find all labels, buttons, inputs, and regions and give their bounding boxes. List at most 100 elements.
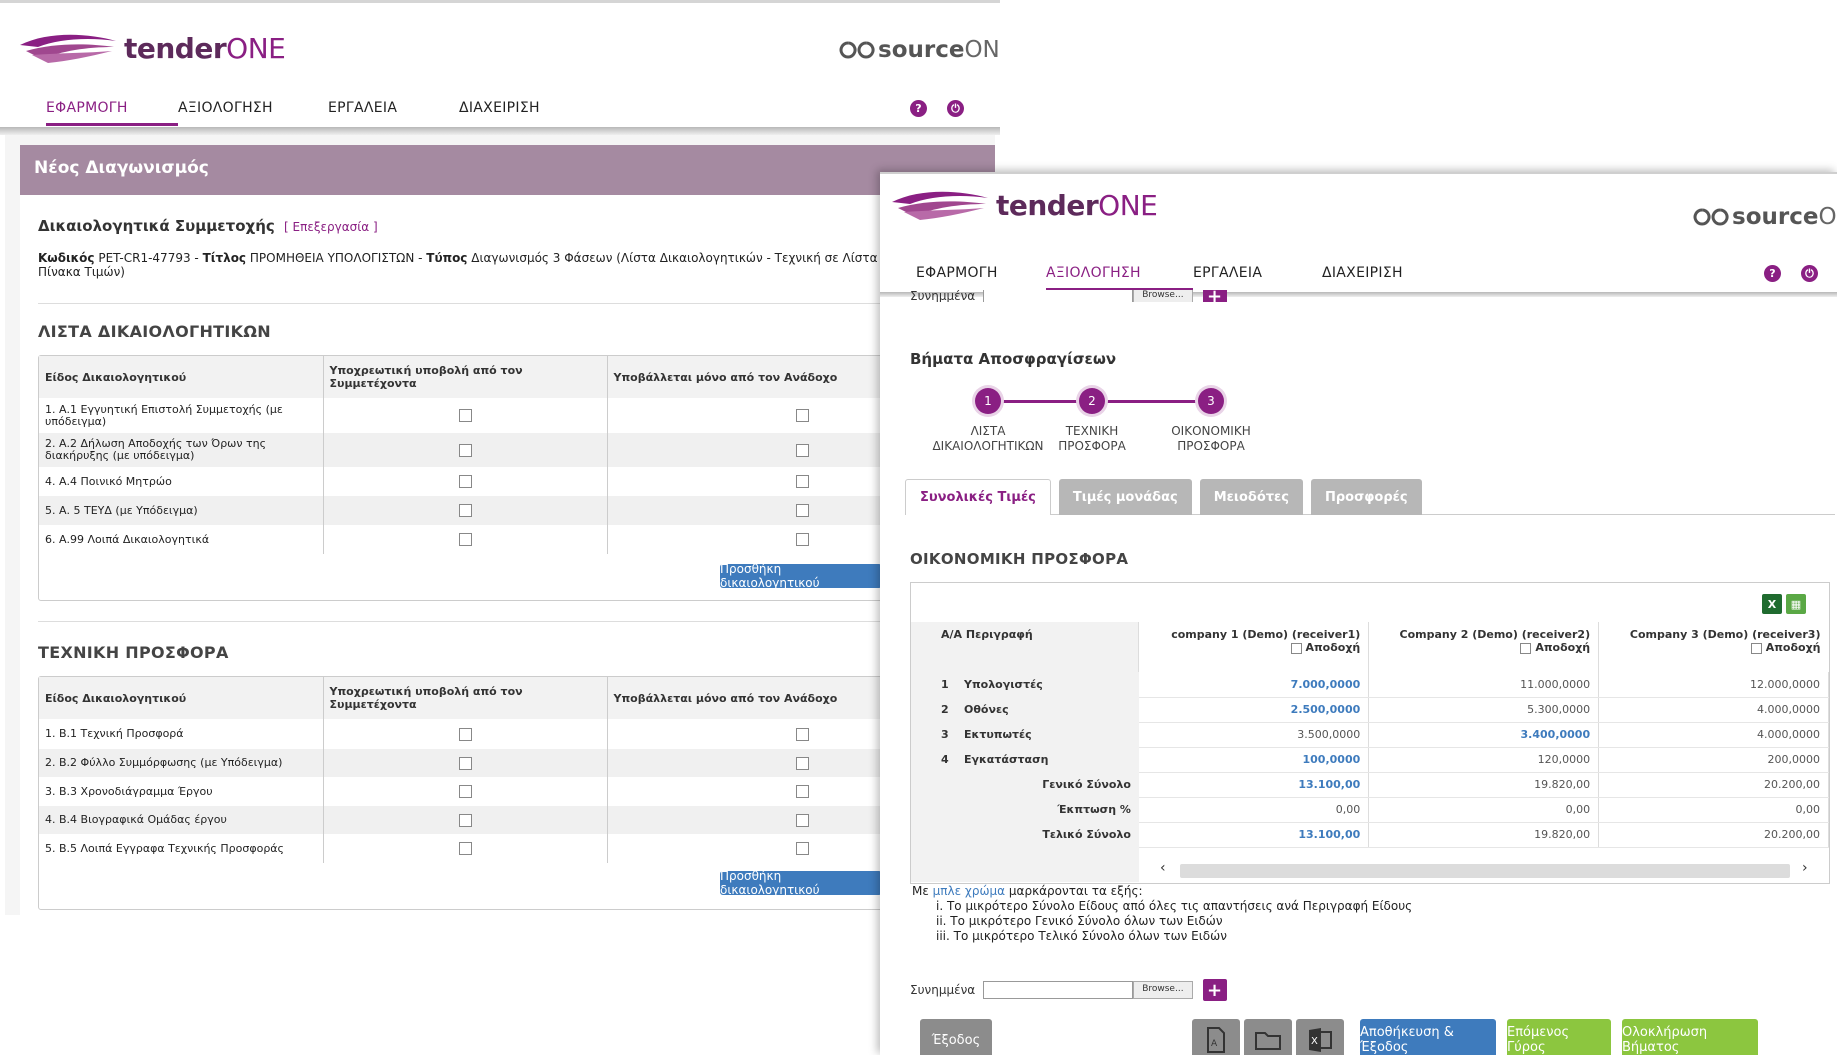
- note-suffix: μαρκάρονται τα εξής:: [1008, 884, 1143, 898]
- edit-link[interactable]: [ Επεξεργασία ]: [284, 220, 378, 234]
- source-text-light: ONE: [1818, 204, 1837, 230]
- attachments-label: Συνημμένα: [910, 983, 976, 997]
- table-row: 4 Εγκατάσταση 100,0000 120,0000 200,0000: [911, 747, 1829, 773]
- accept-checkbox[interactable]: [1750, 642, 1762, 654]
- col-header-mandatory: Υποχρεωτική υποβολή από τον Συμμετέχοντα: [323, 677, 608, 719]
- mandatory-checkbox[interactable]: [458, 842, 472, 855]
- pdf-icon: A: [1207, 1027, 1225, 1053]
- complete-step-button[interactable]: Ολοκλήρωση Βήματος: [1622, 1019, 1758, 1055]
- step-2-marker[interactable]: 2: [1079, 388, 1105, 414]
- winner-checkbox[interactable]: [796, 785, 810, 798]
- nav-management[interactable]: ΔΙΑΧΕΙΡΙΣΗ: [1322, 265, 1462, 281]
- horizontal-scrollbar[interactable]: [1180, 864, 1790, 878]
- tab-total-prices[interactable]: Συνολικές Τιμές: [905, 479, 1051, 515]
- next-round-button[interactable]: Επόμενος Γύρος: [1507, 1019, 1611, 1055]
- winner-checkbox[interactable]: [796, 409, 810, 422]
- nav-evaluation[interactable]: ΑΞΙΟΛΟΓΗΣΗ: [178, 100, 328, 116]
- total-label: Γενικό Σύνολο: [911, 772, 1139, 797]
- row-desc: Οθόνες: [963, 703, 1009, 716]
- nav-management[interactable]: ΔΙΑΧΕΙΡΙΣΗ: [459, 100, 599, 116]
- help-icon[interactable]: ?: [1764, 265, 1781, 282]
- add-attachment-button[interactable]: +: [1202, 290, 1227, 302]
- add-document-button[interactable]: Προσθήκη δικαιολογητικού: [720, 869, 882, 897]
- mandatory-checkbox[interactable]: [458, 756, 472, 770]
- row-label: 6. Α.99 Λοιπά Δικαιολογητικά: [39, 525, 324, 554]
- add-document-button[interactable]: Προσθήκη δικαιολογητικού: [720, 562, 882, 590]
- docs-table: Είδος Δικαιολογητικού Υποχρεωτική υποβολ…: [39, 356, 999, 554]
- winner-checkbox[interactable]: [796, 813, 810, 827]
- step-1-marker[interactable]: 1: [975, 388, 1001, 414]
- browse-button[interactable]: Browse...: [1133, 981, 1193, 999]
- row-desc: Εκτυπωτές: [963, 728, 1032, 741]
- row-description: 2 Οθόνες: [911, 697, 1139, 722]
- nav-tools[interactable]: ΕΡΓΑΛΕΙΑ: [328, 100, 459, 116]
- header-divider: [0, 127, 1000, 135]
- table-row: 2. Α.2 Δήλωση Αποδοχής των Όρων της διακ…: [39, 433, 999, 467]
- browse-button[interactable]: Browse...: [1133, 290, 1193, 302]
- excel-button[interactable]: X: [1296, 1019, 1344, 1055]
- swoosh-icon: [892, 191, 988, 220]
- mandatory-checkbox[interactable]: [458, 533, 472, 546]
- winner-checkbox[interactable]: [796, 504, 810, 517]
- step-label-line: ΠΡΟΣΦΟΡΑ: [1058, 439, 1126, 453]
- price-cell: 100,0000: [1138, 747, 1370, 773]
- step-3-marker[interactable]: 3: [1198, 388, 1224, 414]
- mandatory-checkbox[interactable]: [458, 785, 472, 798]
- winner-checkbox[interactable]: [796, 475, 810, 488]
- winner-checkbox[interactable]: [796, 533, 810, 546]
- power-icon[interactable]: ⏻: [947, 100, 964, 117]
- total-cell: 0,00: [1598, 797, 1829, 823]
- tender-window-front: tenderONE sourceONE ΕΦΑΡΜΟΓΗ ΑΞΙΟΛΟΓΗΣΗ …: [880, 172, 1837, 1055]
- tab-lowest-bidders[interactable]: Μειοδότες: [1199, 479, 1303, 515]
- nav-evaluation[interactable]: ΑΞΙΟΛΟΓΗΣΗ: [1046, 265, 1193, 291]
- price-cell: 11.000,0000: [1368, 672, 1600, 698]
- nav-application[interactable]: ΕΦΑΡΜΟΓΗ: [916, 265, 1046, 281]
- help-icon[interactable]: ?: [910, 100, 927, 117]
- power-icon[interactable]: ⏻: [1801, 265, 1818, 282]
- tenderone-logo[interactable]: tenderONE: [18, 31, 286, 65]
- mandatory-checkbox[interactable]: [458, 475, 472, 488]
- winner-checkbox[interactable]: [796, 756, 810, 770]
- nav-tools[interactable]: ΕΡΓΑΛΕΙΑ: [1193, 265, 1322, 281]
- row-number: 1: [941, 678, 949, 691]
- infinity-icon: [1693, 208, 1729, 226]
- row-label: 4. Α.4 Ποινικό Μητρώο: [39, 467, 324, 496]
- nav-application[interactable]: ΕΦΑΡΜΟΓΗ: [46, 100, 178, 126]
- mandatory-checkbox[interactable]: [458, 813, 472, 827]
- sheet-export-icon[interactable]: ▦: [1786, 594, 1806, 614]
- mandatory-checkbox[interactable]: [458, 409, 472, 422]
- winner-checkbox[interactable]: [796, 842, 810, 855]
- legend-note: Με μπλε χρώμα μαρκάρονται τα εξής: i. Το…: [912, 884, 1412, 944]
- table-row: 4. Β.4 Βιογραφικά Ομάδας έργου: [39, 806, 999, 834]
- mandatory-checkbox[interactable]: [458, 504, 472, 517]
- folder-button[interactable]: [1244, 1019, 1292, 1055]
- note-item: i. Το μικρότερο Σύνολο Είδους από όλες τ…: [936, 899, 1413, 913]
- code-value: PET-CR1-47793 -: [98, 251, 199, 265]
- pdf-button[interactable]: A: [1192, 1019, 1240, 1055]
- scroll-left-icon[interactable]: ‹: [1160, 860, 1166, 876]
- file-input[interactable]: [983, 981, 1134, 999]
- price-cell: 2.500,0000: [1138, 697, 1370, 723]
- type-value: Διαγωνισμός 3 Φάσεων (Λίστα Δικαιολογητι…: [471, 251, 918, 265]
- save-exit-button[interactable]: Αποθήκευση & Έξοδος: [1360, 1019, 1496, 1055]
- scroll-right-icon[interactable]: ›: [1802, 860, 1808, 876]
- file-input[interactable]: [983, 290, 1134, 302]
- note-list: i. Το μικρότερο Σύνολο Είδους από όλες τ…: [912, 899, 1412, 944]
- mandatory-checkbox[interactable]: [458, 443, 472, 457]
- accept-checkbox[interactable]: [1290, 642, 1302, 654]
- row-number: 4: [941, 753, 949, 766]
- excel-export-icon[interactable]: X: [1762, 594, 1782, 614]
- exit-button[interactable]: Έξοδος: [920, 1019, 992, 1055]
- tab-unit-prices[interactable]: Τιμές μονάδας: [1058, 479, 1192, 515]
- tab-offers[interactable]: Προσφορές: [1311, 479, 1422, 515]
- accept-checkbox[interactable]: [1520, 642, 1532, 654]
- note-item: iii. Το μικρότερο Τελικό Σύνολο όλων των…: [936, 929, 1227, 943]
- total-cell: 20.200,00: [1598, 822, 1829, 848]
- winner-checkbox[interactable]: [796, 727, 810, 741]
- winner-checkbox[interactable]: [796, 443, 810, 457]
- folder-icon: [1255, 1032, 1281, 1050]
- title-value: ΠΡΟΜΗΘΕΙΑ ΥΠΟΛΟΓΙΣΤΩΝ -: [249, 251, 423, 265]
- add-attachment-button[interactable]: +: [1202, 979, 1227, 1001]
- mandatory-checkbox[interactable]: [458, 727, 472, 741]
- tenderone-logo[interactable]: tenderONE: [890, 188, 1158, 222]
